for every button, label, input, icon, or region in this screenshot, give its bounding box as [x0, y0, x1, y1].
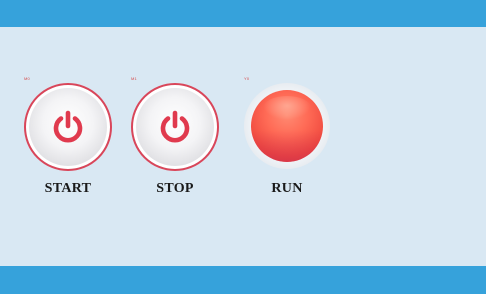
hmi-screen: M0 START M1 STOP Y0 RUN — [0, 0, 486, 294]
power-icon — [49, 108, 87, 146]
stop-address-tag: M1 — [131, 76, 137, 81]
run-indicator: Y0 RUN — [244, 76, 330, 196]
stop-label: STOP — [156, 181, 194, 196]
start-button[interactable] — [24, 83, 112, 171]
start-address-tag: M0 — [24, 76, 30, 81]
bottom-banner — [0, 266, 486, 294]
run-address-tag: Y0 — [244, 76, 250, 81]
run-lamp-bezel — [244, 83, 330, 169]
top-banner — [0, 0, 486, 27]
start-label: START — [44, 181, 92, 196]
run-lamp — [251, 90, 323, 162]
start-control: M0 START — [24, 76, 112, 196]
stop-control: M1 STOP — [131, 76, 219, 196]
run-label: RUN — [271, 181, 303, 196]
power-icon — [156, 108, 194, 146]
stop-button[interactable] — [131, 83, 219, 171]
